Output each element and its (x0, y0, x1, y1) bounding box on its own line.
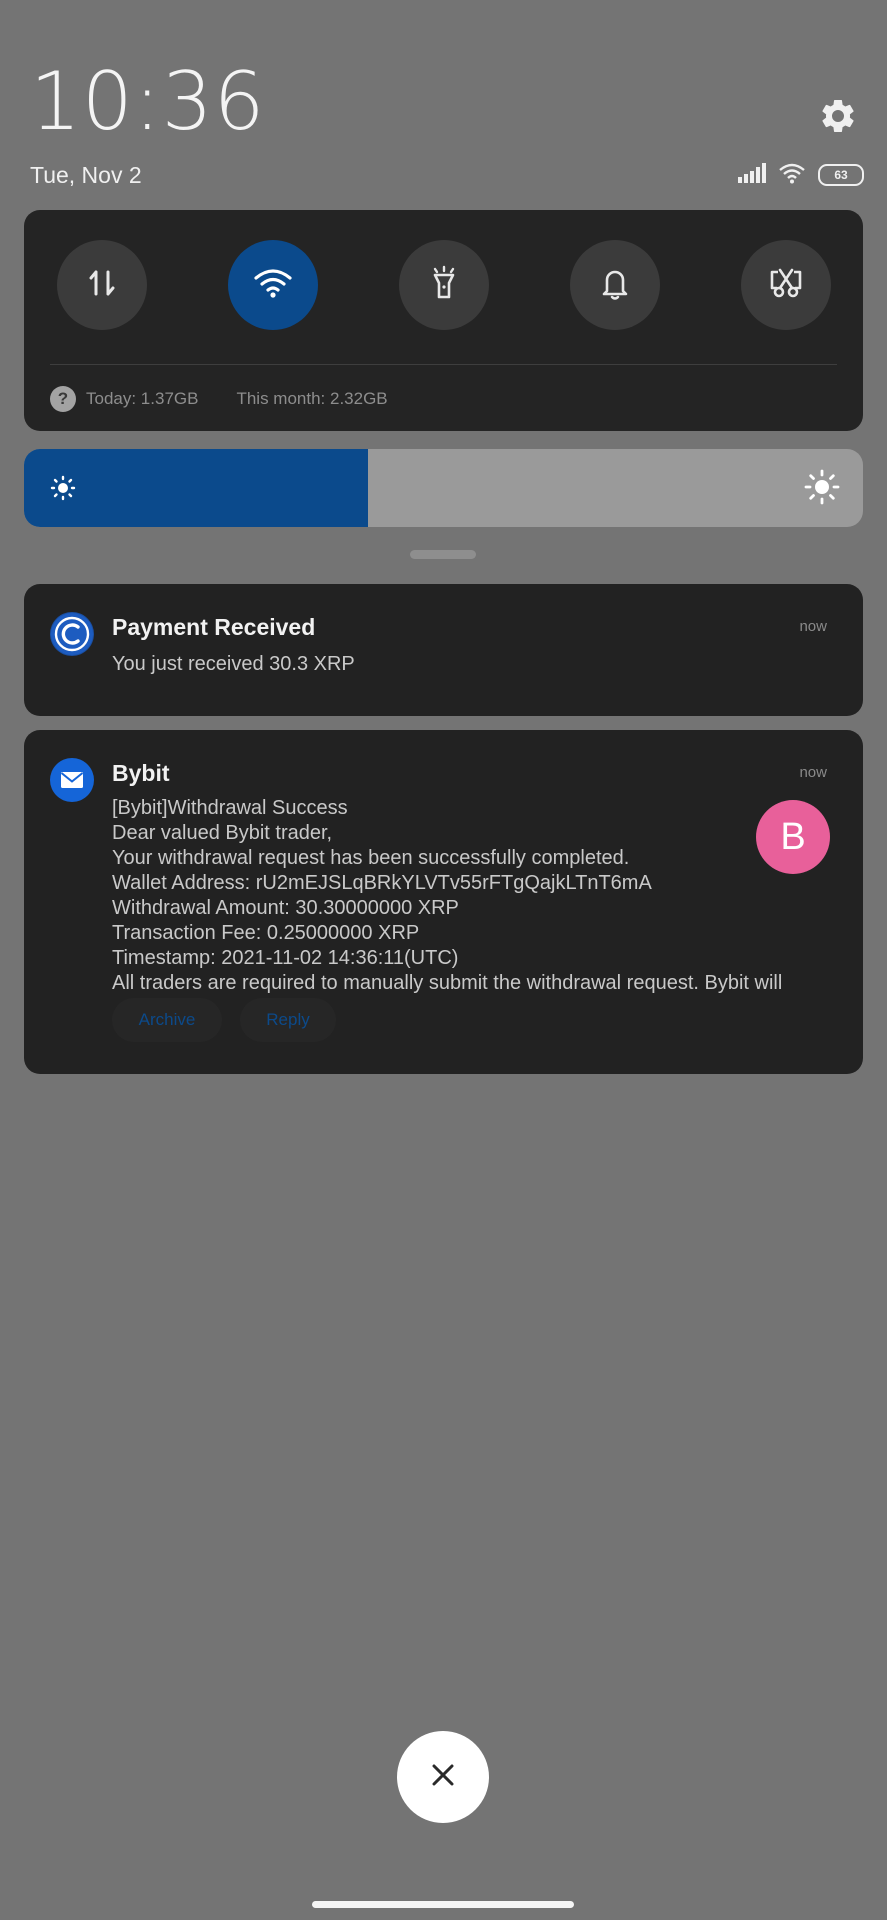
flashlight-toggle[interactable] (399, 240, 489, 330)
brightness-low-icon (49, 474, 77, 507)
brightness-slider[interactable] (24, 449, 863, 527)
body-line: Wallet Address: rU2mEJSLqBRkYLVTv55rFTgQ… (112, 872, 652, 894)
wifi-status-icon (778, 162, 806, 189)
quick-settings-panel: ? Today: 1.37GB This month: 2.32GB (24, 210, 863, 431)
mobile-data-toggle[interactable] (57, 240, 147, 330)
body-line: Transaction Fee: 0.25000000 XRP (112, 922, 420, 944)
notification-time: now (799, 764, 827, 781)
clear-all-button[interactable] (397, 1731, 489, 1823)
reply-button[interactable]: Reply (240, 998, 336, 1042)
data-usage[interactable]: ? Today: 1.37GB This month: 2.32GB (50, 384, 388, 414)
data-arrows-icon (85, 266, 119, 305)
body-line: [Bybit]Withdrawal Success (112, 797, 348, 819)
clock[interactable]: 10:36 (30, 62, 266, 142)
question-icon: ? (50, 386, 76, 412)
wifi-toggle[interactable] (228, 240, 318, 330)
status-icons: 63 (738, 162, 864, 188)
notification-bybit[interactable]: Bybit now [Bybit]Withdrawal Success Dear… (24, 730, 863, 1074)
battery-level: 63 (834, 168, 848, 182)
flashlight-icon (427, 265, 461, 306)
brightness-high-icon (804, 469, 840, 510)
body-line: Dear valued Bybit trader, (112, 822, 333, 844)
notification-time: now (799, 618, 827, 635)
notification-body: [Bybit]Withdrawal Success Dear valued By… (112, 796, 782, 996)
avatar-letter: B (780, 815, 806, 858)
body-line: All traders are required to manually sub… (112, 972, 783, 994)
body-line: Withdrawal Amount: 30.30000000 XRP (112, 897, 459, 919)
date[interactable]: Tue, Nov 2 (30, 162, 142, 189)
close-icon (429, 1761, 457, 1794)
qs-divider (50, 364, 837, 365)
screenshot-toggle[interactable] (741, 240, 831, 330)
coin-c-icon (50, 612, 94, 656)
usage-month: This month: 2.32GB (236, 389, 388, 408)
avatar: B (756, 800, 830, 874)
gesture-nav-bar[interactable] (312, 1901, 574, 1908)
settings-gear-icon[interactable] (818, 96, 858, 136)
bell-icon (598, 265, 632, 306)
body-line: Your withdrawal request has been success… (112, 847, 630, 869)
signal-icon (738, 162, 766, 188)
scissors-screenshot-icon (768, 266, 804, 305)
notification-title: Payment Received (112, 614, 316, 640)
mail-icon (50, 758, 94, 802)
notification-payment-received[interactable]: Payment Received now You just received 3… (24, 584, 863, 716)
ringer-toggle[interactable] (570, 240, 660, 330)
notification-title: Bybit (112, 760, 170, 786)
notification-text: You just received 30.3 XRP (112, 653, 355, 675)
usage-today: Today: 1.37GB (86, 389, 199, 408)
wifi-icon (253, 267, 293, 304)
panel-drag-handle[interactable] (410, 550, 476, 559)
body-line: Timestamp: 2021-11-02 14:36:11(UTC) (112, 947, 459, 969)
battery-icon: 63 (818, 164, 864, 186)
archive-button[interactable]: Archive (112, 998, 222, 1042)
